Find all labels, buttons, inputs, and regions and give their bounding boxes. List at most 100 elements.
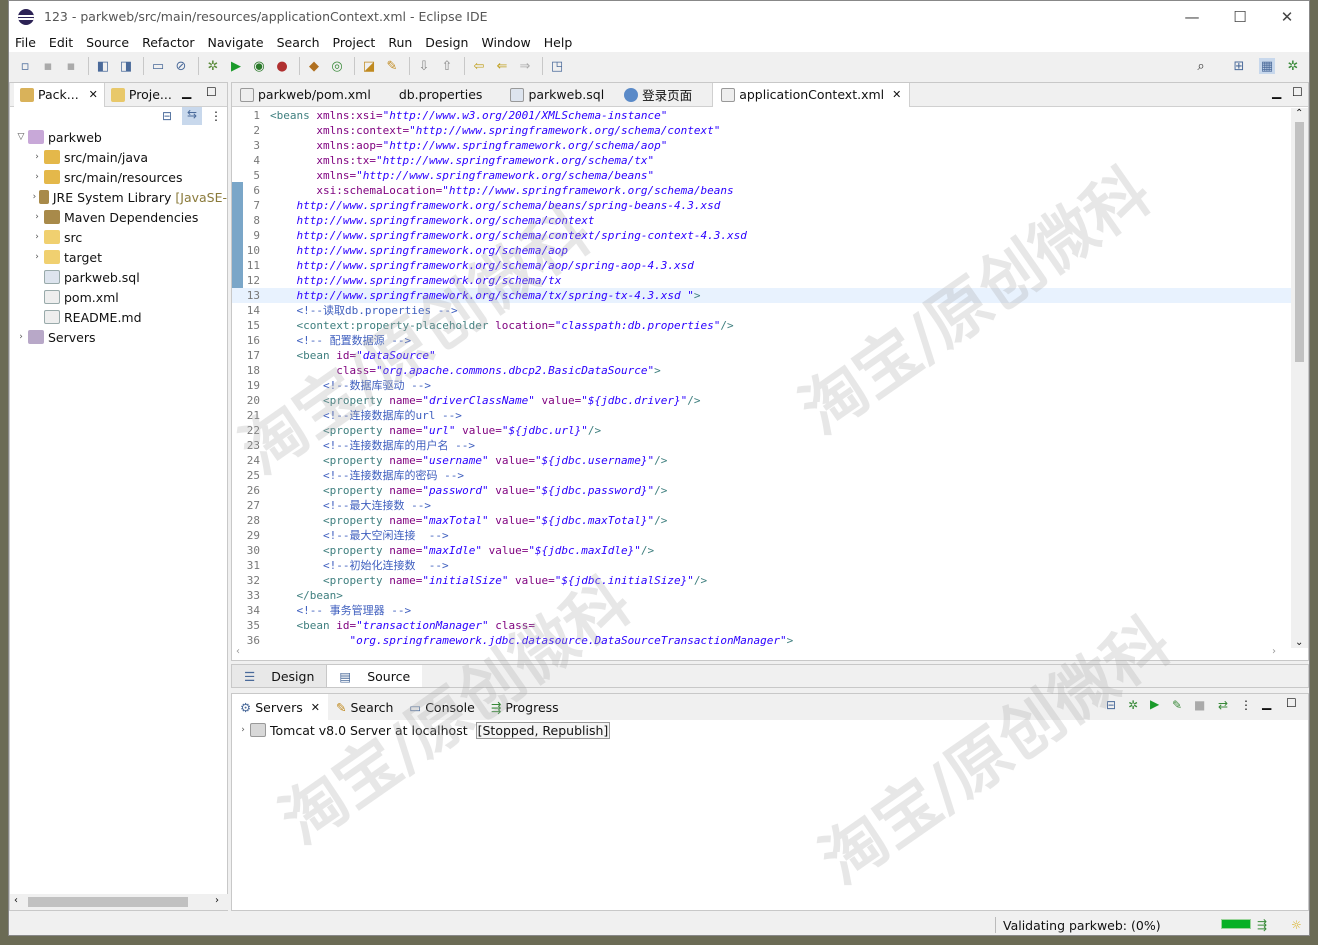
menu-project[interactable]: Project xyxy=(333,35,376,50)
tree-item-parkweb[interactable]: ▽ parkweb xyxy=(10,127,227,147)
tab-parkweb-sql[interactable]: parkweb.sql xyxy=(502,83,612,107)
debug-perspective-icon[interactable]: ✲ xyxy=(1285,58,1301,74)
menu-navigate[interactable]: Navigate xyxy=(208,35,264,50)
tab-design[interactable]: ☰ Design xyxy=(232,665,328,687)
maximize-view-icon[interactable]: ☐ xyxy=(1292,85,1303,99)
new-icon[interactable]: ▫ xyxy=(17,58,33,74)
close-icon[interactable]: ✕ xyxy=(311,701,320,714)
menu-help[interactable]: Help xyxy=(544,35,573,50)
chevron-right-icon[interactable]: › xyxy=(236,725,250,735)
save-all-icon[interactable]: ▪ xyxy=(63,58,79,74)
menu-design[interactable]: Design xyxy=(425,35,468,50)
chevron-right-icon[interactable]: › xyxy=(30,172,44,182)
progress-bar[interactable] xyxy=(1221,919,1251,929)
tree-item-target[interactable]: › target xyxy=(10,247,227,267)
tab-source[interactable]: ▤ Source xyxy=(327,665,423,687)
tab-console[interactable]: ▭ Console xyxy=(401,694,482,720)
next-annotation-icon[interactable]: ⇩ xyxy=(416,58,432,74)
tab-progress[interactable]: ⇶ Progress xyxy=(483,694,567,720)
editor-horizontal-scrollbar[interactable]: ‹ › xyxy=(232,646,1292,660)
run-icon[interactable]: ▶ xyxy=(228,58,244,74)
debug-server-icon[interactable]: ✲ xyxy=(1128,698,1138,712)
folder-icon xyxy=(44,230,60,244)
profile-server-icon[interactable]: ✎ xyxy=(1172,698,1182,712)
tree-item-readme-md[interactable]: README.md xyxy=(10,307,227,327)
open-perspective-icon[interactable]: ⊞ xyxy=(1231,58,1247,74)
external-tools-icon[interactable]: ● xyxy=(274,58,290,74)
tip-lightbulb-icon[interactable]: ☼ xyxy=(1291,918,1302,932)
open-resource-icon[interactable]: ◨ xyxy=(118,58,134,74)
close-icon[interactable]: ✕ xyxy=(89,88,98,101)
prev-annotation-icon[interactable]: ⇧ xyxy=(439,58,455,74)
tab-login-page[interactable]: 登录页面 xyxy=(616,83,700,107)
skip-breakpoints-icon[interactable]: ⊘ xyxy=(173,58,189,74)
link-with-editor-icon[interactable]: ⇆ xyxy=(182,107,202,125)
chevron-right-icon[interactable]: › xyxy=(30,232,44,242)
console-icon[interactable]: ▭ xyxy=(150,58,166,74)
horizontal-scrollbar[interactable]: ‹ › xyxy=(10,894,229,910)
menu-refactor[interactable]: Refactor xyxy=(142,35,194,50)
progress-view-icon[interactable]: ⇶ xyxy=(1257,918,1267,932)
tab-search[interactable]: ✎ Search xyxy=(328,694,401,720)
chevron-right-icon[interactable]: › xyxy=(30,212,44,222)
minimize-view-icon[interactable]: ▁ xyxy=(1262,696,1271,710)
menu-run[interactable]: Run xyxy=(388,35,412,50)
tab-project-explorer[interactable]: Proje... xyxy=(105,83,178,107)
chevron-down-icon[interactable]: ▽ xyxy=(14,132,28,142)
coverage-icon[interactable]: ◉ xyxy=(251,58,267,74)
tree-item-pom-xml[interactable]: pom.xml xyxy=(10,287,227,307)
tree-item-src[interactable]: › src xyxy=(10,227,227,247)
stop-server-icon[interactable]: ■ xyxy=(1194,698,1205,712)
forward-icon[interactable]: ⇒ xyxy=(517,58,533,74)
tree-item-jre-system-library[interactable]: › JRE System Library [JavaSE- xyxy=(10,187,227,207)
tab-servers[interactable]: ⚙ Servers ✕ xyxy=(232,694,328,720)
server-row[interactable]: › Tomcat v8.0 Server at localhost [Stopp… xyxy=(232,720,1308,740)
minimize-view-icon[interactable]: ▁ xyxy=(1272,85,1281,99)
menu-source[interactable]: Source xyxy=(86,35,129,50)
maximize-button[interactable]: ☐ xyxy=(1217,1,1263,32)
tree-item-parkweb-sql[interactable]: parkweb.sql xyxy=(10,267,227,287)
chevron-right-icon[interactable]: › xyxy=(30,252,44,262)
minimize-button[interactable]: — xyxy=(1169,1,1215,32)
last-edit-icon[interactable]: ⇦ xyxy=(471,58,487,74)
open-folder-icon[interactable]: ◪ xyxy=(361,58,377,74)
start-server-icon[interactable]: ▶ xyxy=(1150,697,1159,711)
menu-window[interactable]: Window xyxy=(481,35,530,50)
pin-editor-icon[interactable]: ◳ xyxy=(549,58,565,74)
view-menu-icon[interactable]: ⋮ xyxy=(210,109,222,123)
collapse-all-icon[interactable]: ⊟ xyxy=(1106,698,1116,712)
search-tool-icon[interactable]: ✎ xyxy=(384,58,400,74)
chevron-right-icon[interactable]: › xyxy=(14,332,28,342)
publish-icon[interactable]: ⇄ xyxy=(1218,698,1228,712)
maximize-view-icon[interactable]: ☐ xyxy=(206,85,217,99)
save-icon[interactable]: ▪ xyxy=(40,58,56,74)
open-type-icon[interactable]: ◧ xyxy=(95,58,111,74)
new-package-icon[interactable]: ◎ xyxy=(329,58,345,74)
tree-item-src-main-java[interactable]: › src/main/java xyxy=(10,147,227,167)
close-icon[interactable]: ✕ xyxy=(892,88,901,101)
java-ee-perspective-icon[interactable]: ▦ xyxy=(1259,58,1275,74)
menu-edit[interactable]: Edit xyxy=(49,35,73,50)
menu-file[interactable]: File xyxy=(15,35,36,50)
tree-item-src-main-resources[interactable]: › src/main/resources xyxy=(10,167,227,187)
tree-item-maven-dependencies[interactable]: › Maven Dependencies xyxy=(10,207,227,227)
tab-package-explorer[interactable]: Pack... ✕ xyxy=(14,82,105,107)
tab-application-context-xml[interactable]: applicationContext.xml ✕ xyxy=(712,82,911,107)
vertical-scrollbar[interactable]: ⌃ ⌄ xyxy=(1291,108,1308,648)
maximize-view-icon[interactable]: ☐ xyxy=(1286,696,1297,710)
new-class-icon[interactable]: ◆ xyxy=(306,58,322,74)
chevron-right-icon[interactable]: › xyxy=(30,152,44,162)
tab-pom-xml[interactable]: parkweb/pom.xml xyxy=(232,83,379,107)
tree-item-servers[interactable]: › Servers xyxy=(10,327,227,347)
view-menu-icon[interactable]: ⋮ xyxy=(1240,698,1252,712)
search-icon[interactable]: ⌕ xyxy=(1193,58,1209,74)
code-area[interactable]: 1 <beans xmlns:xsi="http://www.w3.org/200… xyxy=(232,108,1292,648)
chevron-right-icon[interactable]: › xyxy=(30,192,39,202)
close-button[interactable]: ✕ xyxy=(1264,1,1309,32)
menu-search[interactable]: Search xyxy=(277,35,320,50)
debug-icon[interactable]: ✲ xyxy=(205,58,221,74)
collapse-all-icon[interactable]: ⊟ xyxy=(162,109,172,123)
tab-db-properties[interactable]: db.properties xyxy=(391,83,491,107)
minimize-view-icon[interactable]: ▁ xyxy=(182,85,191,99)
back-icon[interactable]: ⇐ xyxy=(494,58,510,74)
